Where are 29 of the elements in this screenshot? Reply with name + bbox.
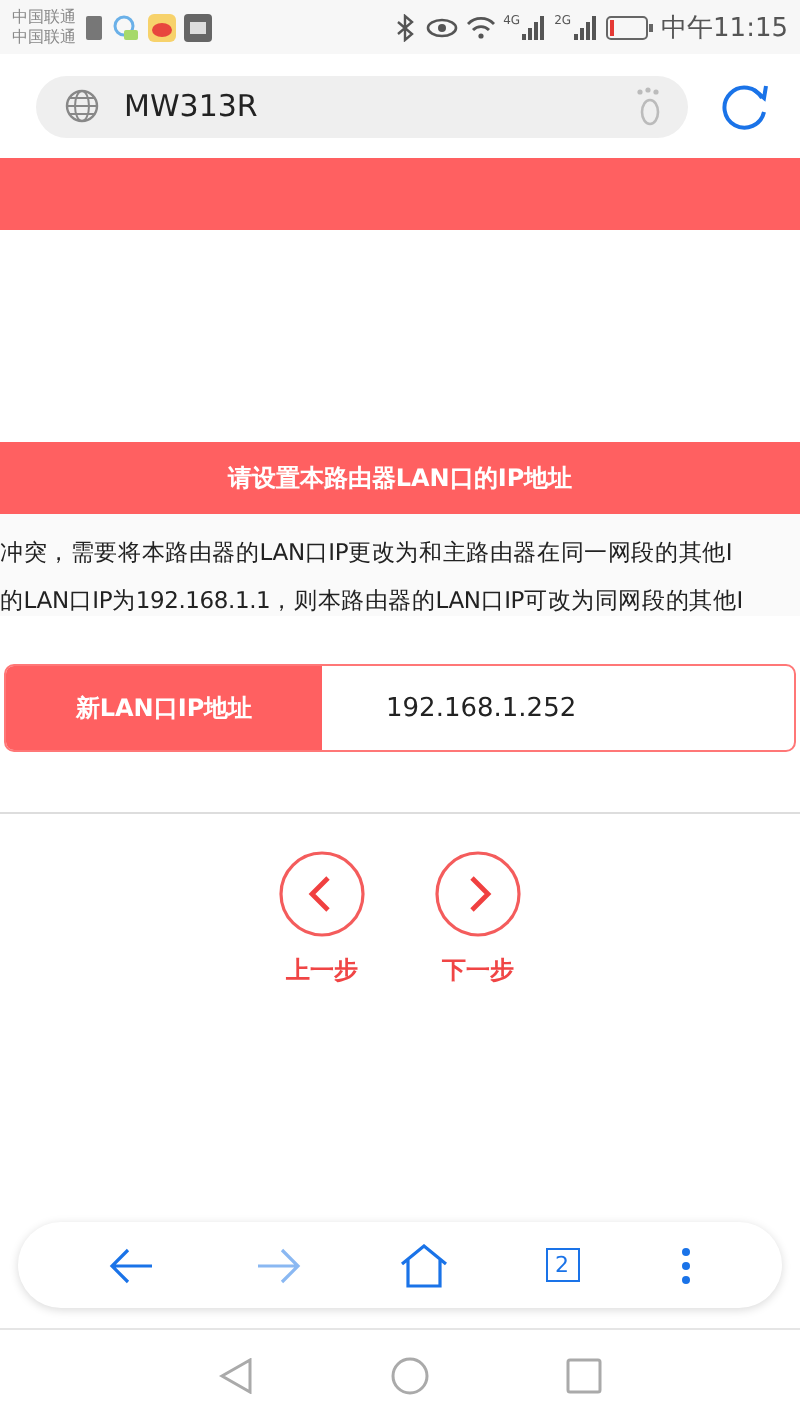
menu-icon[interactable] [677,1245,693,1285]
signal-icon [573,15,598,39]
signal-icon [522,15,547,39]
forward-icon[interactable] [253,1245,301,1285]
wifi-icon [465,15,496,39]
battery-icon [605,15,654,39]
home-nav-icon[interactable] [390,1356,430,1396]
carrier-name: 中国联通 [12,27,76,47]
clock: 中午11:15 [661,11,788,45]
app-icon [184,13,212,41]
description-text: 的LAN口IP为192.168.1.1，则本路由器的LAN口IP可改为同网段的其他I [0,586,745,616]
description-text: 冲突，需要将本路由器的LAN口IP更改为和主路由器在同一网段的其他I [0,538,735,568]
ip-address-field[interactable]: 新LAN口IP地址 192.168.1.252 [4,664,796,752]
eye-icon [425,15,458,39]
reload-icon[interactable] [720,80,772,132]
recents-nav-icon[interactable] [566,1358,602,1394]
section-title: 请设置本路由器LAN口的IP地址 [0,442,800,514]
footprint-icon[interactable] [632,86,664,126]
address-bar[interactable]: MW313R [36,75,688,137]
home-icon[interactable] [399,1243,447,1287]
carrier-name: 中国联通 [12,7,76,27]
back-icon[interactable] [107,1245,155,1285]
bluetooth-icon [393,13,418,41]
tab-count-button[interactable]: 2 [545,1248,579,1282]
back-nav-icon[interactable] [218,1358,254,1394]
chat-icon [112,13,140,41]
globe-icon [64,88,100,124]
eye-app-icon [148,13,176,41]
sim-icon [84,13,104,41]
